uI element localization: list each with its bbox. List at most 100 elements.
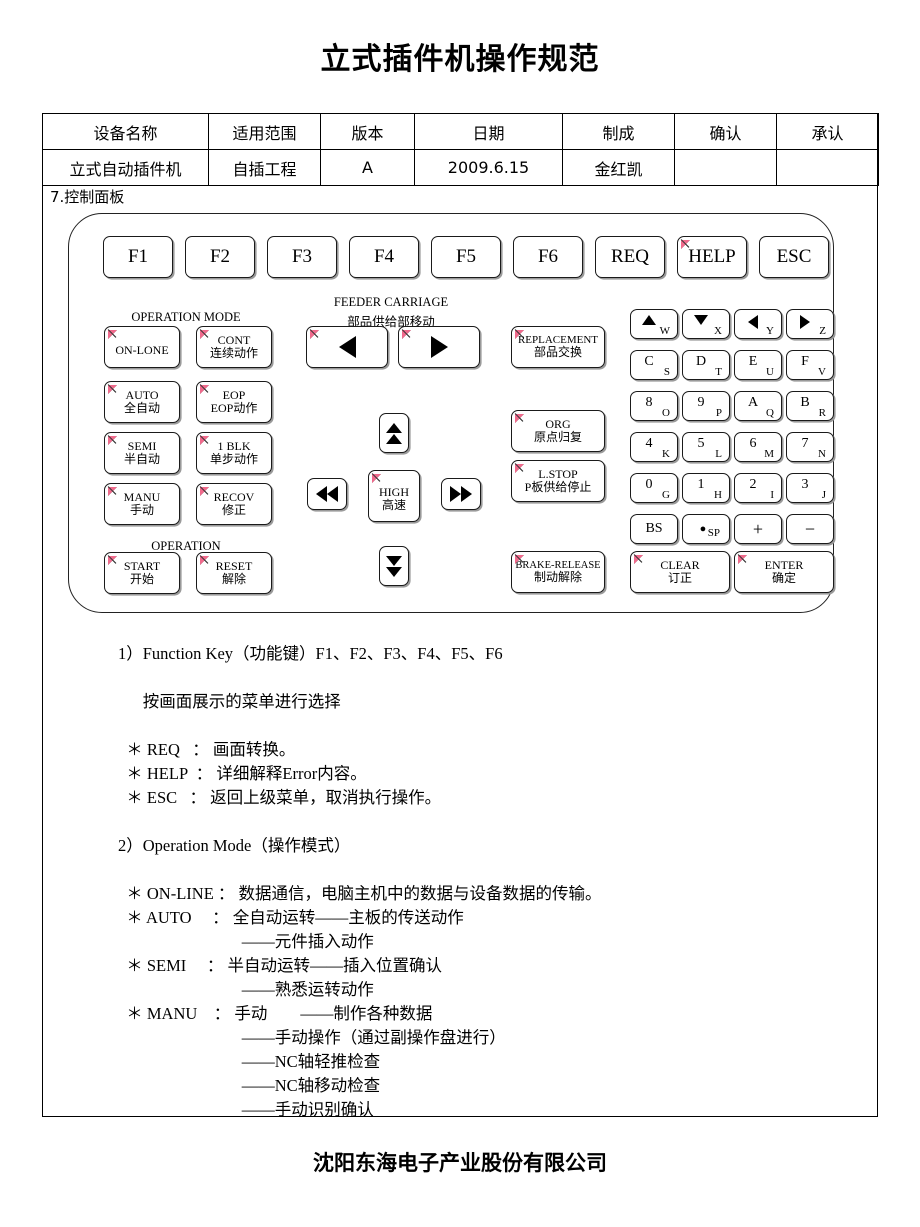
feeder-carriage-left-key[interactable] <box>306 326 388 368</box>
function-key-f3[interactable]: F3 <box>267 236 337 278</box>
value-cell-scope: 自插工程 <box>208 149 321 186</box>
keypad-key-space[interactable]: ● SP <box>682 514 730 544</box>
function-key-f4[interactable]: F4 <box>349 236 419 278</box>
keypad-key-a[interactable]: A Q <box>734 391 782 421</box>
jog-right-key[interactable] <box>441 478 481 510</box>
mode-key-semi[interactable]: SEMI 半自动 <box>104 432 180 474</box>
body-line: ＊ ON-LINE ： 数据通信，电脑主机中的数据与设备数据的传输。 <box>118 884 602 903</box>
keypad-key-f[interactable]: F V <box>786 350 834 380</box>
body-line: ——元件插入动作 <box>118 932 374 951</box>
keypad-key-c[interactable]: C S <box>630 350 678 380</box>
keypad-key-3[interactable]: 3 J <box>786 473 834 503</box>
body-line: ＊ REQ ： 画面转换。 <box>118 740 296 759</box>
body-line: 1）Function Key（功能键）F1、F2、F3、F4、F5、F6 <box>118 644 503 663</box>
action-key-org[interactable]: ORG 原点归复 <box>511 410 605 452</box>
esc-key-label: ESC <box>776 245 812 267</box>
body-text-block: 1）Function Key（功能键）F1、F2、F3、F4、F5、F6 按画面… <box>118 645 858 1125</box>
keypad-sub-label: V <box>818 366 826 378</box>
keypad-sub-label: P <box>715 407 722 419</box>
keypad-key-up-w[interactable]: W <box>630 309 678 339</box>
keypad-key-backspace[interactable]: BS <box>630 514 678 544</box>
keypad-key-6[interactable]: 6 M <box>734 432 782 462</box>
keypad-key-left-y[interactable]: Y <box>734 309 782 339</box>
action-key-brake-release-sublabel: 制动解除 <box>533 570 582 585</box>
keypad-sub-label: U <box>766 366 774 378</box>
value-cell-checked <box>674 149 777 186</box>
body-line: ＊ SEMI ： 半自动运转——插入位置确认 <box>118 956 443 975</box>
help-key[interactable]: HELP <box>677 236 747 278</box>
keypad-key-8[interactable]: 8 O <box>630 391 678 421</box>
keypad-sub-label: M <box>764 448 774 460</box>
function-key-f6[interactable]: F6 <box>513 236 583 278</box>
keypad-key-4[interactable]: 4 K <box>630 432 678 462</box>
led-indicator-icon <box>199 435 209 445</box>
keypad-key-7[interactable]: 7 N <box>786 432 834 462</box>
action-key-replacement-sublabel: 部品交换 <box>533 345 582 360</box>
keypad-sub-label: J <box>821 489 826 501</box>
jog-high-speed-sublabel: 高速 <box>381 498 406 512</box>
keypad-key-e[interactable]: E U <box>734 350 782 380</box>
keypad-sub-label: X <box>714 325 722 337</box>
jog-high-speed-key[interactable]: HIGH 高速 <box>368 470 420 522</box>
jog-left-key[interactable] <box>307 478 347 510</box>
function-key-f2[interactable]: F2 <box>185 236 255 278</box>
keypad-sub-label: O <box>662 407 670 419</box>
keypad-sub-label: Y <box>766 325 774 337</box>
function-key-f1-label: F1 <box>127 245 149 267</box>
mode-key-manu[interactable]: MANU 手动 <box>104 483 180 525</box>
operation-key-reset[interactable]: RESET 解除 <box>196 552 272 594</box>
keypad-sub-label: L <box>715 448 722 460</box>
req-key-label: REQ <box>611 245 649 267</box>
req-key[interactable]: REQ <box>595 236 665 278</box>
function-key-f4-label: F4 <box>373 245 395 267</box>
keypad-key-5[interactable]: 5 L <box>682 432 730 462</box>
keypad-key-d[interactable]: D T <box>682 350 730 380</box>
keypad-sub-label: Z <box>819 325 826 337</box>
mode-key-auto[interactable]: AUTO 全自动 <box>104 381 180 423</box>
header-cell-author: 制成 <box>562 113 675 150</box>
header-cell-checked: 确认 <box>674 113 777 150</box>
keypad-sub-label: W <box>659 325 670 337</box>
action-key-lstop[interactable]: L.STOP P板供给停止 <box>511 460 605 502</box>
function-key-f1[interactable]: F1 <box>103 236 173 278</box>
led-indicator-icon <box>633 554 643 564</box>
keypad-key-minus[interactable]: − <box>786 514 834 544</box>
keypad-key-1[interactable]: 1 H <box>682 473 730 503</box>
keypad-key-b[interactable]: B R <box>786 391 834 421</box>
arrow-up-icon <box>626 315 672 325</box>
body-line: ＊ AUTO ： 全自动运转——主板的传送动作 <box>118 908 464 927</box>
keypad-key-clear[interactable]: CLEAR 订正 <box>630 551 730 593</box>
operation-key-start-sublabel: 开始 <box>129 572 154 586</box>
mode-key-cont[interactable]: CONT 连续动作 <box>196 326 272 368</box>
operation-key-start[interactable]: START 开始 <box>104 552 180 594</box>
feeder-carriage-right-key[interactable] <box>398 326 480 368</box>
keypad-key-down-x[interactable]: X <box>682 309 730 339</box>
keypad-key-right-z[interactable]: Z <box>786 309 834 339</box>
header-cell-version: 版本 <box>320 113 415 150</box>
keypad-key-2[interactable]: 2 I <box>734 473 782 503</box>
body-line: ＊ ESC ： 返回上级菜单，取消执行操作。 <box>118 788 442 807</box>
mode-key-eop[interactable]: EOP EOP动作 <box>196 381 272 423</box>
mode-key-1blk[interactable]: 1 BLK 单步动作 <box>196 432 272 474</box>
header-cell-equipment-name: 设备名称 <box>42 113 209 150</box>
mode-key-eop-sublabel: EOP动作 <box>210 401 258 415</box>
mode-key-recov-sublabel: 修正 <box>221 503 246 517</box>
body-line: ——NC轴移动检查 <box>118 1076 381 1095</box>
keypad-key-0[interactable]: 0 G <box>630 473 678 503</box>
header-cell-approved: 承认 <box>776 113 879 150</box>
body-line: ——手动操作（通过副操作盘进行） <box>118 1028 506 1047</box>
keypad-key-9[interactable]: 9 P <box>682 391 730 421</box>
keypad-key-enter[interactable]: ENTER 确定 <box>734 551 834 593</box>
keypad-key-plus[interactable]: + <box>734 514 782 544</box>
jog-down-key[interactable] <box>379 546 409 586</box>
esc-key[interactable]: ESC <box>759 236 829 278</box>
body-line: ——NC轴轻推检查 <box>118 1052 381 1071</box>
keypad-key-clear-sublabel: 订正 <box>667 571 692 585</box>
action-key-brake-release[interactable]: BRAKE-RELEASE 制动解除 <box>511 551 605 593</box>
function-key-f5[interactable]: F5 <box>431 236 501 278</box>
mode-key-online[interactable]: ON-LONE <box>104 326 180 368</box>
action-key-replacement[interactable]: REPLACEMENT 部品交换 <box>511 326 605 368</box>
header-cell-scope: 适用范围 <box>208 113 321 150</box>
jog-up-key[interactable] <box>379 413 409 453</box>
mode-key-recov[interactable]: RECOV 修正 <box>196 483 272 525</box>
